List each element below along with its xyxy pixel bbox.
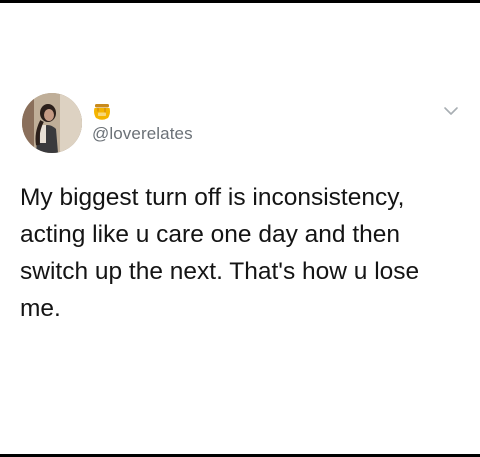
user-handle[interactable]: @loverelates xyxy=(92,124,193,144)
display-name-row xyxy=(92,103,112,121)
avatar[interactable] xyxy=(22,93,82,153)
honey-pot-icon xyxy=(92,103,112,121)
chevron-down-icon[interactable] xyxy=(443,105,459,117)
tweet-text: My biggest turn off is inconsistency, ac… xyxy=(20,184,420,322)
tweet-card: @loverelates My biggest turn off is inco… xyxy=(0,3,480,454)
